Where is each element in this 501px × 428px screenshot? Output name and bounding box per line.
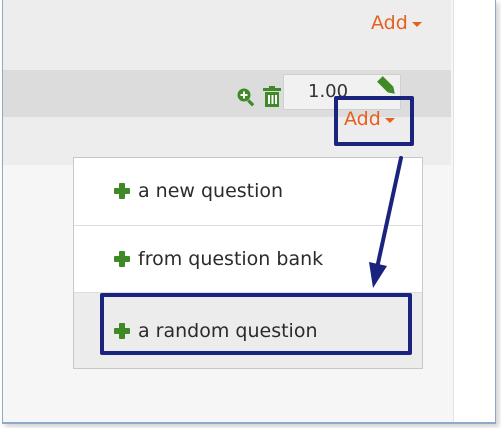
add-label: Add [371,12,408,34]
add-dropdown-top[interactable]: Add [371,12,422,34]
highlight-box-random [100,293,412,355]
zoom-in-icon[interactable] [236,87,256,111]
plus-icon [114,183,130,199]
menu-item-new-question[interactable]: a new question [74,158,422,224]
editor-frame: Add 1.00 Add a new question from questio… [2,0,496,424]
caret-down-icon [411,22,422,27]
trash-icon[interactable] [263,86,281,111]
highlight-box-add [334,96,414,146]
right-pane [453,0,495,422]
menu-item-question-bank[interactable]: from question bank [74,225,422,291]
plus-icon [114,250,130,267]
menu-item-label: from question bank [138,247,324,270]
menu-item-label: a new question [138,180,284,202]
